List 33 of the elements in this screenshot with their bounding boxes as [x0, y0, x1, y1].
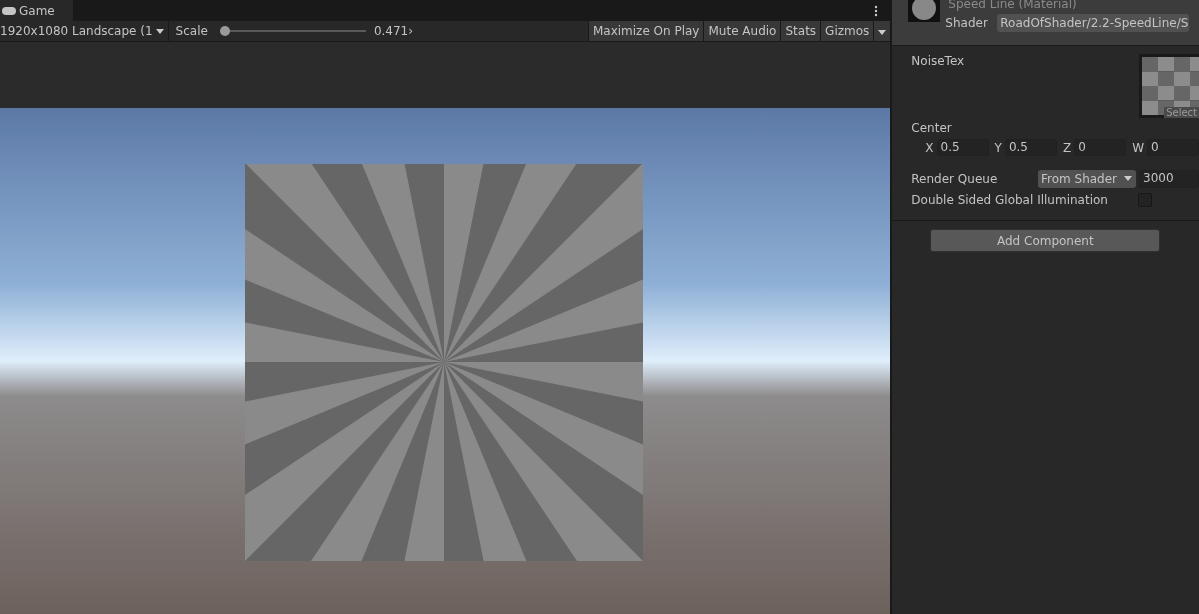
number-field[interactable]: 0.5 [1004, 139, 1057, 156]
axis-label: Y [994, 140, 1002, 155]
render-queue-dropdown[interactable]: From Shader [1038, 169, 1136, 188]
axis-label: X [925, 140, 934, 155]
number-field[interactable]: 0 [1074, 139, 1127, 156]
add-component-button[interactable]: Add Component [930, 229, 1161, 252]
shader-dropdown[interactable]: RoadOfShader/2.2-SpeedLine/S [997, 14, 1190, 32]
number-field[interactable]: 0.5 [936, 139, 989, 156]
render-queue-label: Render Queue [911, 171, 998, 186]
axis-label: Z [1062, 140, 1072, 155]
checker-texture-icon [1142, 57, 1199, 115]
scale-label: Scale [175, 24, 208, 38]
center-label: Center [911, 121, 953, 135]
gizmos-dropdown-button[interactable] [873, 21, 891, 41]
double-sided-gi-label: Double Sided Global Illumination [911, 192, 1108, 207]
scale-value: 0.471› [373, 24, 414, 38]
caret-icon [1124, 176, 1132, 181]
caret-icon [878, 30, 887, 35]
axis-label: W [1132, 140, 1144, 155]
shader-label: Shader [945, 16, 988, 30]
toolbar-button[interactable]: Maximize On Play [587, 21, 704, 41]
more-options-icon[interactable] [874, 5, 879, 17]
gamepad-icon [2, 6, 16, 15]
slider-thumb[interactable] [219, 26, 230, 36]
number-field[interactable]: 0 [1147, 139, 1199, 156]
toolbar-button[interactable]: Gizmos [820, 21, 874, 41]
toolbar-button[interactable]: Mute Audio [703, 21, 781, 41]
caret-icon [155, 28, 164, 34]
game-tab[interactable]: Game [0, 0, 73, 21]
noise-tex-label: NoiseTex [911, 54, 965, 68]
resolution-dropdown[interactable]: 1920x1080 Landscape (1 [0, 21, 169, 41]
render-queue-field[interactable]: 3000 [1139, 169, 1199, 188]
toolbar-button[interactable]: Stats [780, 21, 821, 41]
